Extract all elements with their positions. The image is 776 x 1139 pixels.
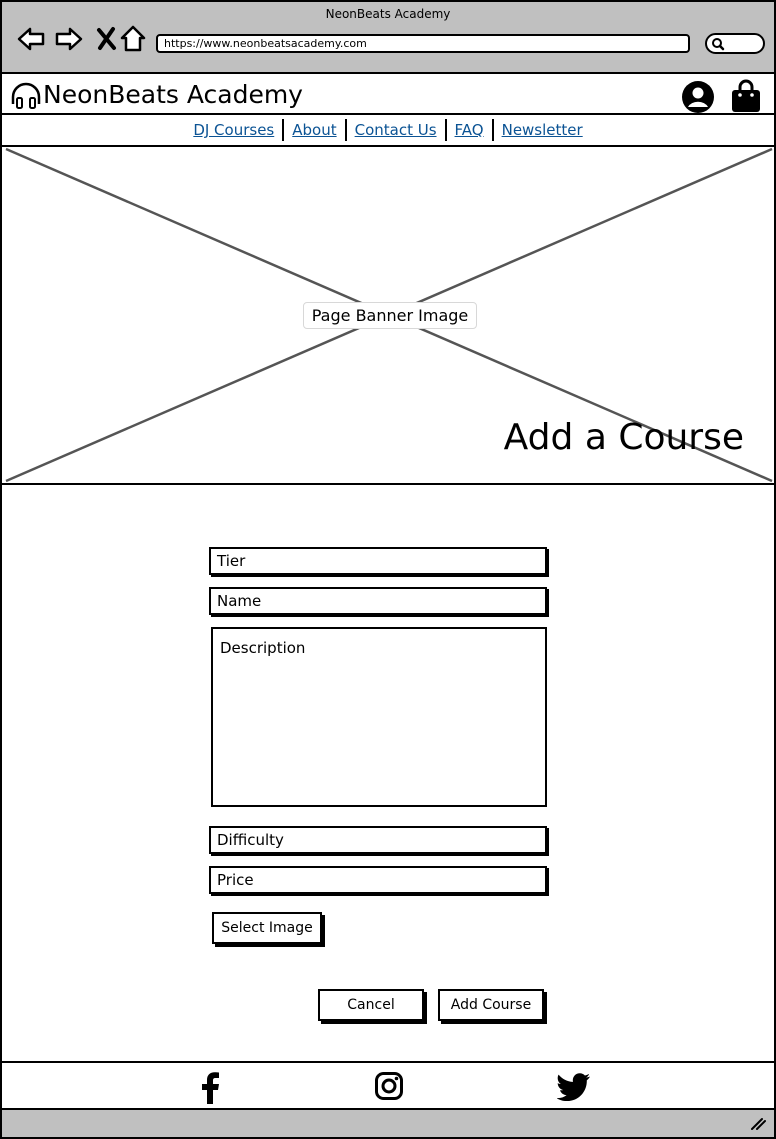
cancel-button[interactable]: Cancel: [318, 989, 424, 1021]
nav-link-contact-us[interactable]: Contact Us: [347, 119, 445, 141]
page-title: Add a Course: [503, 417, 744, 458]
tier-field[interactable]: Tier: [209, 547, 547, 575]
nav-link-newsletter[interactable]: Newsletter: [494, 119, 591, 141]
add-course-button[interactable]: Add Course: [438, 989, 544, 1021]
facebook-icon[interactable]: [198, 1072, 222, 1104]
headphones-icon: [11, 82, 41, 109]
add-course-form: Tier Name Description Difficulty Price S…: [0, 485, 776, 1063]
main-navigation: DJ Courses About Contact Us FAQ Newslett…: [0, 115, 776, 147]
forward-arrow-icon[interactable]: [54, 24, 84, 54]
brand-name[interactable]: NeonBeats Academy: [43, 78, 303, 112]
search-icon: [712, 38, 725, 51]
site-footer: [0, 1061, 776, 1110]
nav-link-faq[interactable]: FAQ: [447, 119, 492, 141]
select-image-button[interactable]: Select Image: [212, 912, 322, 944]
home-icon[interactable]: [118, 24, 148, 54]
instagram-icon[interactable]: [374, 1071, 404, 1101]
description-textarea[interactable]: Description: [211, 627, 547, 807]
nav-link-dj-courses[interactable]: DJ Courses: [185, 119, 282, 141]
price-field[interactable]: Price: [209, 866, 547, 894]
nav-link-about[interactable]: About: [284, 119, 344, 141]
banner-image-label: Page Banner Image: [303, 302, 477, 329]
difficulty-field[interactable]: Difficulty: [209, 826, 547, 854]
address-bar[interactable]: https://www.neonbeatsacademy.com: [156, 34, 690, 53]
browser-search-field[interactable]: [705, 33, 765, 54]
name-field[interactable]: Name: [209, 587, 547, 615]
account-icon[interactable]: [681, 80, 715, 114]
resize-grip-icon[interactable]: [750, 1117, 766, 1131]
window-title: NeonBeats Academy: [325, 7, 451, 21]
site-header: NeonBeats Academy: [0, 72, 776, 115]
twitter-icon[interactable]: [557, 1073, 591, 1101]
back-arrow-icon[interactable]: [16, 24, 46, 54]
page-banner: Page Banner Image Add a Course: [0, 147, 776, 485]
browser-status-bar: [0, 1110, 776, 1139]
browser-chrome: NeonBeats Academy https://www.neonbeatsa…: [0, 0, 776, 72]
shopping-bag-icon[interactable]: [730, 79, 762, 113]
